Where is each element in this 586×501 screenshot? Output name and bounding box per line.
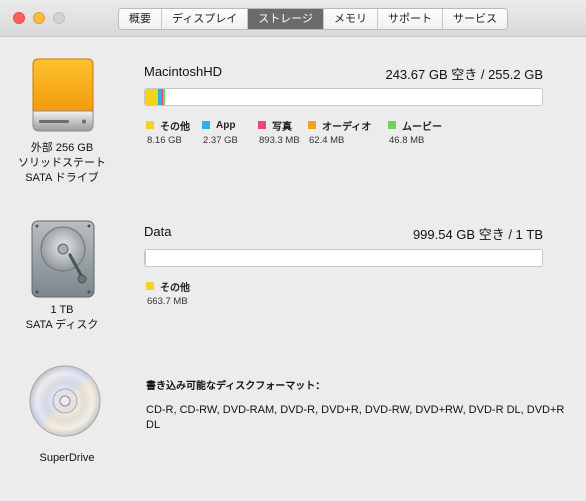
tab-overview[interactable]: 概要 [119, 9, 161, 29]
volume-free-space-data: 999.54 GB 空き / 1 TB [412, 227, 543, 242]
optical-disc-icon [29, 365, 101, 437]
legend-item-apps: App 2.37 GB [202, 119, 238, 146]
device-label-ssd: 外部 256 GB ソリッドステート SATA ドライブ [18, 142, 106, 184]
swatch-audio [308, 121, 316, 129]
swatch-movies [388, 121, 396, 129]
tab-displays[interactable]: ディスプレイ [161, 9, 248, 29]
storage-pane: 外部 256 GB ソリッドステート SATA ドライブ MacintoshHD… [0, 37, 586, 501]
minimize-window-button[interactable] [33, 12, 45, 24]
device-label-hdd: 1 TB SATA ディスク [25, 304, 99, 331]
hard-disk-icon [31, 220, 95, 298]
volume-free-space: 243.67 GB 空き / 255.2 GB [385, 67, 543, 82]
legend-item-audio: オーディオ 62.4 MB [308, 121, 372, 146]
window-titlebar: 概要 ディスプレイ ストレージ メモリ サポート サービス [0, 0, 586, 37]
volume-name-data: Data [144, 224, 172, 239]
storage-legend: その他 8.16 GB App 2.37 GB 写真 893.3 MB オーディ… [146, 118, 458, 146]
ssd-drive-icon [32, 58, 94, 132]
legend-item-other: その他 8.16 GB [146, 121, 190, 146]
legend-item-other-data: その他 663.7 MB [146, 282, 190, 307]
tab-service[interactable]: サービス [442, 9, 508, 29]
swatch-apps [202, 121, 210, 129]
close-window-button[interactable] [13, 12, 25, 24]
zoom-window-button[interactable] [53, 12, 65, 24]
tab-support[interactable]: サポート [377, 9, 443, 29]
storage-legend-data: その他 663.7 MB [146, 279, 216, 307]
usage-segment [145, 250, 146, 266]
storage-usage-bar [144, 88, 543, 106]
swatch-other-data [146, 282, 154, 290]
usage-segment [164, 89, 165, 105]
legend-item-photos: 写真 893.3 MB [258, 121, 300, 146]
tab-bar: 概要 ディスプレイ ストレージ メモリ サポート サービス [118, 8, 509, 30]
legend-item-movies: ムービー 46.8 MB [388, 121, 442, 146]
storage-usage-bar-data [144, 249, 543, 267]
tab-storage[interactable]: ストレージ [247, 9, 324, 29]
writable-formats-title: 書き込み可能なディスクフォーマット： [146, 381, 326, 392]
device-label-superdrive: SuperDrive [39, 452, 95, 464]
writable-formats-list: CD-R, CD-RW, DVD-RAM, DVD-R, DVD+R, DVD-… [146, 404, 565, 431]
volume-name: MacintoshHD [144, 64, 223, 79]
tab-memory[interactable]: メモリ [323, 9, 378, 29]
swatch-photos [258, 121, 266, 129]
usage-segment [145, 89, 158, 105]
swatch-other [146, 121, 154, 129]
